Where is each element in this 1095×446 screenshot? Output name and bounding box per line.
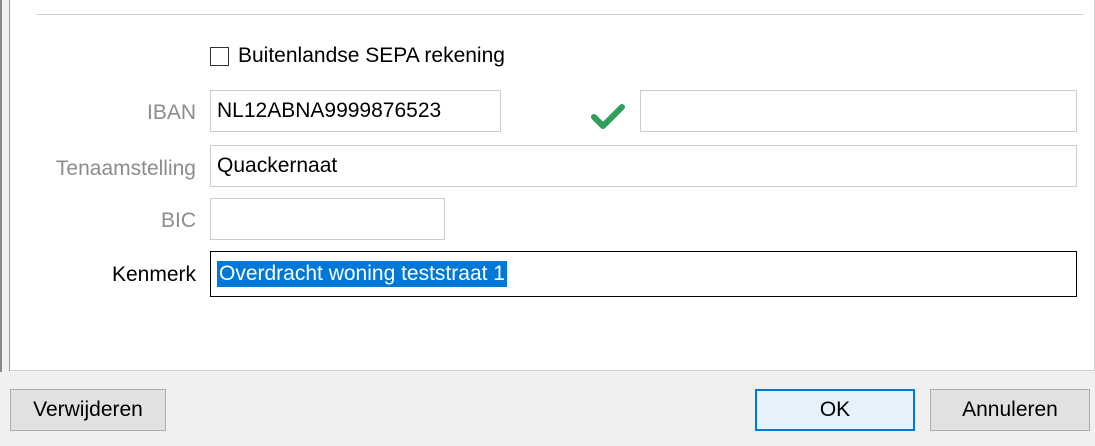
delete-button[interactable]: Verwijderen — [10, 389, 166, 431]
panel-border — [9, 0, 10, 371]
kenmerk-value: Overdracht woning teststraat 1 — [217, 261, 507, 287]
tenaamstelling-label: Tenaamstelling — [55, 157, 196, 180]
iban-value: NL12ABNA9999876523 — [217, 99, 442, 122]
kenmerk-label: Kenmerk — [111, 263, 196, 286]
bic-input[interactable] — [210, 198, 445, 240]
section-divider — [36, 14, 1084, 15]
iban-input[interactable]: NL12ABNA9999876523 — [210, 90, 501, 132]
foreign-sepa-checkbox[interactable] — [210, 46, 229, 66]
check-icon — [591, 104, 625, 129]
tenaamstelling-value: Quackernaat — [217, 154, 338, 177]
cancel-button[interactable]: Annuleren — [930, 389, 1090, 431]
bic-label: BIC — [160, 209, 196, 232]
iban-label: IBAN — [146, 101, 196, 124]
iban-extra-field[interactable] — [640, 90, 1077, 132]
foreign-sepa-row[interactable]: Buitenlandse SEPA rekening — [210, 42, 505, 70]
window-edge — [0, 0, 2, 372]
kenmerk-input[interactable]: Overdracht woning teststraat 1 — [210, 251, 1077, 297]
ok-button[interactable]: OK — [755, 389, 915, 431]
foreign-sepa-label: Buitenlandse SEPA rekening — [238, 44, 505, 67]
tenaamstelling-input[interactable]: Quackernaat — [210, 145, 1077, 187]
